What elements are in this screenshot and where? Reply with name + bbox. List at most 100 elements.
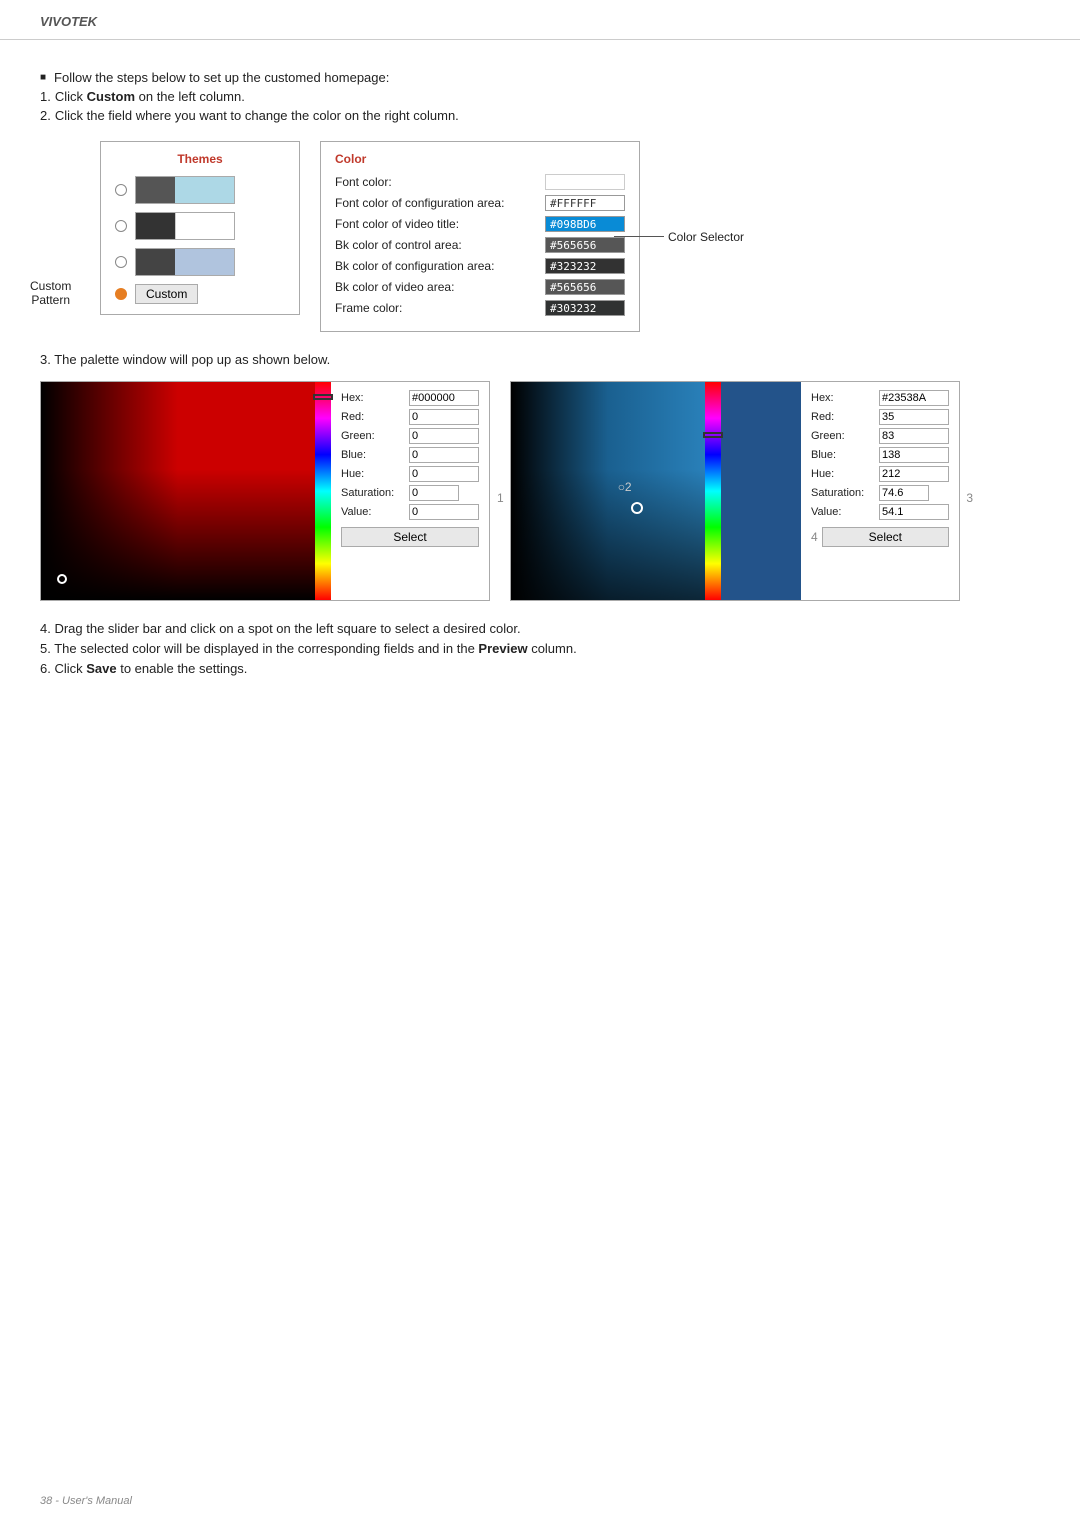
anno-1: 1 <box>497 491 504 505</box>
hex-label-right: Hex: <box>811 392 879 404</box>
custom-radio[interactable] <box>115 288 127 300</box>
sat-input-left[interactable] <box>409 485 459 501</box>
blue-row-right: Blue: <box>811 447 949 463</box>
color-row-config-font: Font color of configuration area: #FFFFF… <box>335 195 625 211</box>
palette-row: Hex: Red: Green: Blue: Hue: <box>40 381 1040 601</box>
frame-value: #303232 <box>550 302 596 315</box>
anno-2: ○2 <box>618 480 632 494</box>
color-row-frame: Frame color: #303232 <box>335 300 625 316</box>
footer-text: 38 - User's Manual <box>40 1495 132 1507</box>
custom-button[interactable]: Custom <box>135 284 198 304</box>
red-input-right[interactable] <box>879 409 949 425</box>
green-label-left: Green: <box>341 430 409 442</box>
color-row-config-bk: Bk color of configuration area: #323232 <box>335 258 625 274</box>
red-label-left: Red: <box>341 411 409 423</box>
green-label-right: Green: <box>811 430 879 442</box>
palette-fields-right: Hex: Red: Green: Blue: Hue: <box>801 382 959 600</box>
theme-row-1 <box>115 176 285 204</box>
val-input-left[interactable] <box>409 504 479 520</box>
red-label-right: Red: <box>811 411 879 423</box>
step2-num: 2. <box>40 108 51 123</box>
step6-text: 6. Click Save to enable the settings. <box>40 661 1040 676</box>
control-bk-label: Bk color of control area: <box>335 238 545 252</box>
themes-color-row: Custom Pattern Themes <box>100 141 1040 332</box>
steps-bottom: 4. Drag the slider bar and click on a sp… <box>40 621 1040 676</box>
hex-label-left: Hex: <box>341 392 409 404</box>
select-row-right: 4 Select <box>811 527 949 547</box>
frame-swatch[interactable]: #303232 <box>545 300 625 316</box>
brand-logo: VIVOTEK <box>40 14 97 29</box>
step1-item: 1. Click Custom on the left column. <box>40 89 1040 104</box>
font-color-swatch[interactable] <box>545 174 625 190</box>
blue-input-left[interactable] <box>409 447 479 463</box>
hex-input-right[interactable] <box>879 390 949 406</box>
gradient-overlay-right <box>511 382 705 600</box>
theme-dark-2 <box>136 213 175 239</box>
config-font-value: #FFFFFF <box>550 197 596 210</box>
video-bk-swatch[interactable]: #565656 <box>545 279 625 295</box>
green-row-left: Green: <box>341 428 479 444</box>
step2-text: Click the field where you want to change… <box>55 108 459 123</box>
green-input-right[interactable] <box>879 428 949 444</box>
red-row-right: Red: <box>811 409 949 425</box>
hue-handle-left[interactable] <box>313 394 333 400</box>
select-button-right[interactable]: Select <box>822 527 949 547</box>
preview-swatch-right <box>721 382 801 600</box>
config-font-swatch[interactable]: #FFFFFF <box>545 195 625 211</box>
val-label-left: Value: <box>341 506 409 518</box>
select-button-left[interactable]: Select <box>341 527 479 547</box>
theme-row-2 <box>115 212 285 240</box>
hue-handle-right[interactable] <box>703 432 723 438</box>
val-label-right: Value: <box>811 506 879 518</box>
palette-window-right: 1 ○2 3 Hex: <box>510 381 960 601</box>
theme-preview-3[interactable] <box>135 248 235 276</box>
gradient-bg-left <box>41 382 315 600</box>
hue-strip-right[interactable] <box>705 382 721 600</box>
val-row-right: Value: <box>811 504 949 520</box>
theme-radio-3[interactable] <box>115 256 127 268</box>
hue-label-left: Hue: <box>341 468 409 480</box>
selector-line <box>614 236 664 237</box>
theme-radio-2[interactable] <box>115 220 127 232</box>
page-footer: 38 - User's Manual <box>40 1492 132 1507</box>
val-input-right[interactable] <box>879 504 949 520</box>
theme-light-2 <box>175 213 234 239</box>
step1-num: 1. <box>40 89 51 104</box>
gradient-overlay-left <box>41 382 315 600</box>
sat-input-right[interactable] <box>879 485 929 501</box>
config-bk-swatch[interactable]: #323232 <box>545 258 625 274</box>
theme-radio-1[interactable] <box>115 184 127 196</box>
green-input-left[interactable] <box>409 428 479 444</box>
custom-pattern-label: Custom Pattern <box>30 279 71 307</box>
themes-panel: Themes <box>100 141 300 315</box>
step6-bold: Save <box>86 661 116 676</box>
theme-preview-1[interactable] <box>135 176 235 204</box>
page-header: VIVOTEK <box>0 0 1080 40</box>
theme-preview-2[interactable] <box>135 212 235 240</box>
blue-row-left: Blue: <box>341 447 479 463</box>
hue-strip-left[interactable] <box>315 382 331 600</box>
palette-window-left: Hex: Red: Green: Blue: Hue: <box>40 381 490 601</box>
hue-input-right[interactable] <box>879 466 949 482</box>
color-row-video-bk: Bk color of video area: #565656 <box>335 279 625 295</box>
theme-row-3 <box>115 248 285 276</box>
blue-input-right[interactable] <box>879 447 949 463</box>
red-input-left[interactable] <box>409 409 479 425</box>
hex-input-left[interactable] <box>409 390 479 406</box>
color-gradient-right[interactable]: ○2 <box>511 382 705 600</box>
step1-text: Click Custom on the left column. <box>55 89 245 104</box>
color-row-font: Font color: <box>335 174 625 190</box>
color-gradient-left[interactable] <box>41 382 315 600</box>
cursor-dot-left <box>57 574 67 584</box>
blue-label-left: Blue: <box>341 449 409 461</box>
theme-light-1 <box>175 177 234 203</box>
hue-container-left <box>315 382 331 600</box>
theme-dark-3 <box>136 249 175 275</box>
bullet-icon: ■ <box>40 72 46 83</box>
font-color-label: Font color: <box>335 175 545 189</box>
anno-4: 4 <box>811 530 818 544</box>
step5-post: column. <box>528 641 577 656</box>
hue-input-left[interactable] <box>409 466 479 482</box>
hue-row-left: Hue: <box>341 466 479 482</box>
selector-text: Color Selector <box>668 230 744 244</box>
